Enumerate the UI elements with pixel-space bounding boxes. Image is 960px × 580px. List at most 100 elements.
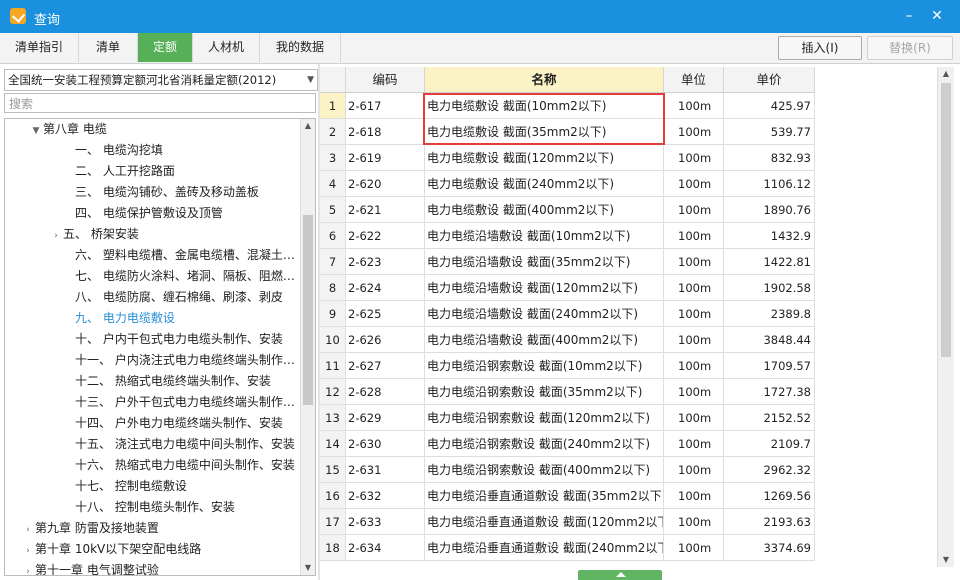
table-row[interactable]: 12 2-628 电力电缆沿钢索敷设 截面(35mm2以下) 100m 1727.38 bbox=[320, 379, 936, 405]
row-number[interactable]: 11 bbox=[320, 353, 346, 379]
name-cell[interactable]: 电力电缆沿墙敷设 截面(35mm2以下) bbox=[425, 249, 664, 275]
tree-item[interactable]: 十六、 热缩式电力电缆中间头制作、安装 bbox=[61, 455, 295, 476]
row-number[interactable]: 6 bbox=[320, 223, 346, 249]
scroll-down-icon[interactable]: ▼ bbox=[939, 553, 953, 567]
search-input[interactable]: 搜索 bbox=[4, 93, 316, 113]
code-cell[interactable]: 2-622 bbox=[346, 223, 425, 249]
tree-item[interactable]: 十八、 控制电缆头制作、安装 bbox=[61, 497, 235, 518]
unit-cell[interactable]: 100m bbox=[664, 431, 724, 457]
code-cell[interactable]: 2-620 bbox=[346, 171, 425, 197]
code-cell[interactable]: 2-630 bbox=[346, 431, 425, 457]
unit-cell[interactable]: 100m bbox=[664, 353, 724, 379]
tree-item[interactable]: › 第九章 防雷及接地装置 bbox=[21, 518, 159, 539]
price-cell[interactable]: 2152.52 bbox=[724, 405, 815, 431]
price-cell[interactable]: 2389.8 bbox=[724, 301, 815, 327]
unit-cell[interactable]: 100m bbox=[664, 119, 724, 145]
unit-cell[interactable]: 100m bbox=[664, 301, 724, 327]
code-cell[interactable]: 2-627 bbox=[346, 353, 425, 379]
code-cell[interactable]: 2-625 bbox=[346, 301, 425, 327]
code-cell[interactable]: 2-619 bbox=[346, 145, 425, 171]
tree-item[interactable]: 十七、 控制电缆敷设 bbox=[61, 476, 187, 497]
name-cell[interactable]: 电力电缆沿墙敷设 截面(240mm2以下) bbox=[425, 301, 664, 327]
table-row[interactable]: 15 2-631 电力电缆沿钢索敷设 截面(400mm2以下) 100m 2962.32 bbox=[320, 457, 936, 483]
unit-cell[interactable]: 100m bbox=[664, 275, 724, 301]
price-cell[interactable]: 832.93 bbox=[724, 145, 815, 171]
price-cell[interactable]: 1422.81 bbox=[724, 249, 815, 275]
price-cell[interactable]: 2109.7 bbox=[724, 431, 815, 457]
unit-cell[interactable]: 100m bbox=[664, 509, 724, 535]
tree-item[interactable]: 十一、 户内浇注式电力电缆终端头制作… bbox=[61, 350, 295, 371]
close-button[interactable]: ✕ bbox=[928, 7, 946, 25]
price-cell[interactable]: 3848.44 bbox=[724, 327, 815, 353]
tree-scroll-thumb[interactable] bbox=[303, 215, 313, 405]
chevron-right-icon[interactable]: › bbox=[21, 520, 35, 541]
name-cell[interactable]: 电力电缆沿钢索敷设 截面(240mm2以下) bbox=[425, 431, 664, 457]
table-row[interactable]: 4 2-620 电力电缆敷设 截面(240mm2以下) 100m 1106.12 bbox=[320, 171, 936, 197]
name-cell[interactable]: 电力电缆沿垂直通道敷设 截面(120mm2以下) bbox=[425, 509, 664, 535]
code-cell[interactable]: 2-629 bbox=[346, 405, 425, 431]
tab-labor-material-machine[interactable]: 人材机 bbox=[193, 33, 260, 62]
table-row[interactable]: 11 2-627 电力电缆沿钢索敷设 截面(10mm2以下) 100m 1709.57 bbox=[320, 353, 936, 379]
code-cell[interactable]: 2-632 bbox=[346, 483, 425, 509]
unit-cell[interactable]: 100m bbox=[664, 483, 724, 509]
chevron-right-icon[interactable]: › bbox=[21, 562, 35, 575]
tree-item[interactable]: 四、 电缆保护管敷设及顶管 bbox=[61, 203, 223, 224]
tree-item[interactable]: 三、 电缆沟铺砂、盖砖及移动盖板 bbox=[61, 182, 259, 203]
name-cell[interactable]: 电力电缆沿墙敷设 截面(400mm2以下) bbox=[425, 327, 664, 353]
tree-item[interactable]: 十四、 户外电力电缆终端头制作、安装 bbox=[61, 413, 283, 434]
price-cell[interactable]: 2962.32 bbox=[724, 457, 815, 483]
price-cell[interactable]: 1269.56 bbox=[724, 483, 815, 509]
row-number[interactable]: 7 bbox=[320, 249, 346, 275]
price-cell[interactable]: 1890.76 bbox=[724, 197, 815, 223]
tab-list[interactable]: 清单 bbox=[79, 33, 138, 62]
name-cell[interactable]: 电力电缆沿墙敷设 截面(10mm2以下) bbox=[425, 223, 664, 249]
row-number[interactable]: 3 bbox=[320, 145, 346, 171]
unit-cell[interactable]: 100m bbox=[664, 171, 724, 197]
price-cell[interactable]: 3374.69 bbox=[724, 535, 815, 561]
price-cell[interactable]: 1106.12 bbox=[724, 171, 815, 197]
unit-cell[interactable]: 100m bbox=[664, 405, 724, 431]
unit-cell[interactable]: 100m bbox=[664, 457, 724, 483]
code-cell[interactable]: 2-626 bbox=[346, 327, 425, 353]
price-cell[interactable]: 539.77 bbox=[724, 119, 815, 145]
scroll-up-icon[interactable]: ▲ bbox=[939, 67, 953, 81]
row-number[interactable]: 8 bbox=[320, 275, 346, 301]
row-number[interactable]: 5 bbox=[320, 197, 346, 223]
price-cell[interactable]: 2193.63 bbox=[724, 509, 815, 535]
expand-panel-handle[interactable] bbox=[578, 570, 662, 580]
unit-cell[interactable]: 100m bbox=[664, 249, 724, 275]
row-number[interactable]: 2 bbox=[320, 119, 346, 145]
row-number[interactable]: 16 bbox=[320, 483, 346, 509]
tree-item[interactable]: 十二、 热缩式电缆终端头制作、安装 bbox=[61, 371, 271, 392]
unit-cell[interactable]: 100m bbox=[664, 223, 724, 249]
table-row[interactable]: 17 2-633 电力电缆沿垂直通道敷设 截面(120mm2以下) 100m 2193.… bbox=[320, 509, 936, 535]
table-row[interactable]: 16 2-632 电力电缆沿垂直通道敷设 截面(35mm2以下) 100m 1269.5… bbox=[320, 483, 936, 509]
tree-item[interactable]: 六、 塑料电缆槽、金属电缆槽、混凝土… bbox=[61, 245, 295, 266]
price-header[interactable]: 单价 bbox=[724, 67, 815, 93]
name-cell[interactable]: 电力电缆敷设 截面(400mm2以下) bbox=[425, 197, 664, 223]
table-row[interactable]: 14 2-630 电力电缆沿钢索敷设 截面(240mm2以下) 100m 2109.7 bbox=[320, 431, 936, 457]
name-cell[interactable]: 电力电缆沿钢索敷设 截面(35mm2以下) bbox=[425, 379, 664, 405]
tree-item[interactable]: › 五、 桥架安装 bbox=[49, 224, 139, 245]
table-row[interactable]: 10 2-626 电力电缆沿墙敷设 截面(400mm2以下) 100m 3848.44 bbox=[320, 327, 936, 353]
scroll-up-icon[interactable]: ▲ bbox=[301, 119, 315, 133]
chevron-right-icon[interactable]: › bbox=[21, 541, 35, 562]
table-row[interactable]: 6 2-622 电力电缆沿墙敷设 截面(10mm2以下) 100m 1432.9 bbox=[320, 223, 936, 249]
table-scrollbar[interactable]: ▲ ▼ bbox=[937, 67, 954, 567]
table-row[interactable]: 9 2-625 电力电缆沿墙敷设 截面(240mm2以下) 100m 2389.8 bbox=[320, 301, 936, 327]
tree-item[interactable]: ▼ 第八章 电缆 bbox=[29, 119, 107, 140]
price-cell[interactable]: 1709.57 bbox=[724, 353, 815, 379]
tree-item[interactable]: › 第十一章 电气调整试验 bbox=[21, 560, 159, 575]
table-row[interactable]: 18 2-634 电力电缆沿垂直通道敷设 截面(240mm2以下) 100m 3374.… bbox=[320, 535, 936, 561]
code-cell[interactable]: 2-624 bbox=[346, 275, 425, 301]
tree-item[interactable]: 八、 电缆防腐、缠石棉绳、刷漆、剥皮 bbox=[61, 287, 283, 308]
library-select[interactable]: 全国统一安装工程预算定额河北省消耗量定额(2012) ▼ bbox=[4, 69, 318, 91]
price-cell[interactable]: 1432.9 bbox=[724, 223, 815, 249]
table-row[interactable]: 5 2-621 电力电缆敷设 截面(400mm2以下) 100m 1890.76 bbox=[320, 197, 936, 223]
replace-button[interactable]: 替换(R) bbox=[867, 36, 953, 60]
name-cell[interactable]: 电力电缆沿钢索敷设 截面(400mm2以下) bbox=[425, 457, 664, 483]
code-header[interactable]: 编码 bbox=[346, 67, 425, 93]
table-row[interactable]: 13 2-629 电力电缆沿钢索敷设 截面(120mm2以下) 100m 2152.52 bbox=[320, 405, 936, 431]
code-cell[interactable]: 2-631 bbox=[346, 457, 425, 483]
tab-quota[interactable]: 定额 bbox=[138, 33, 193, 62]
